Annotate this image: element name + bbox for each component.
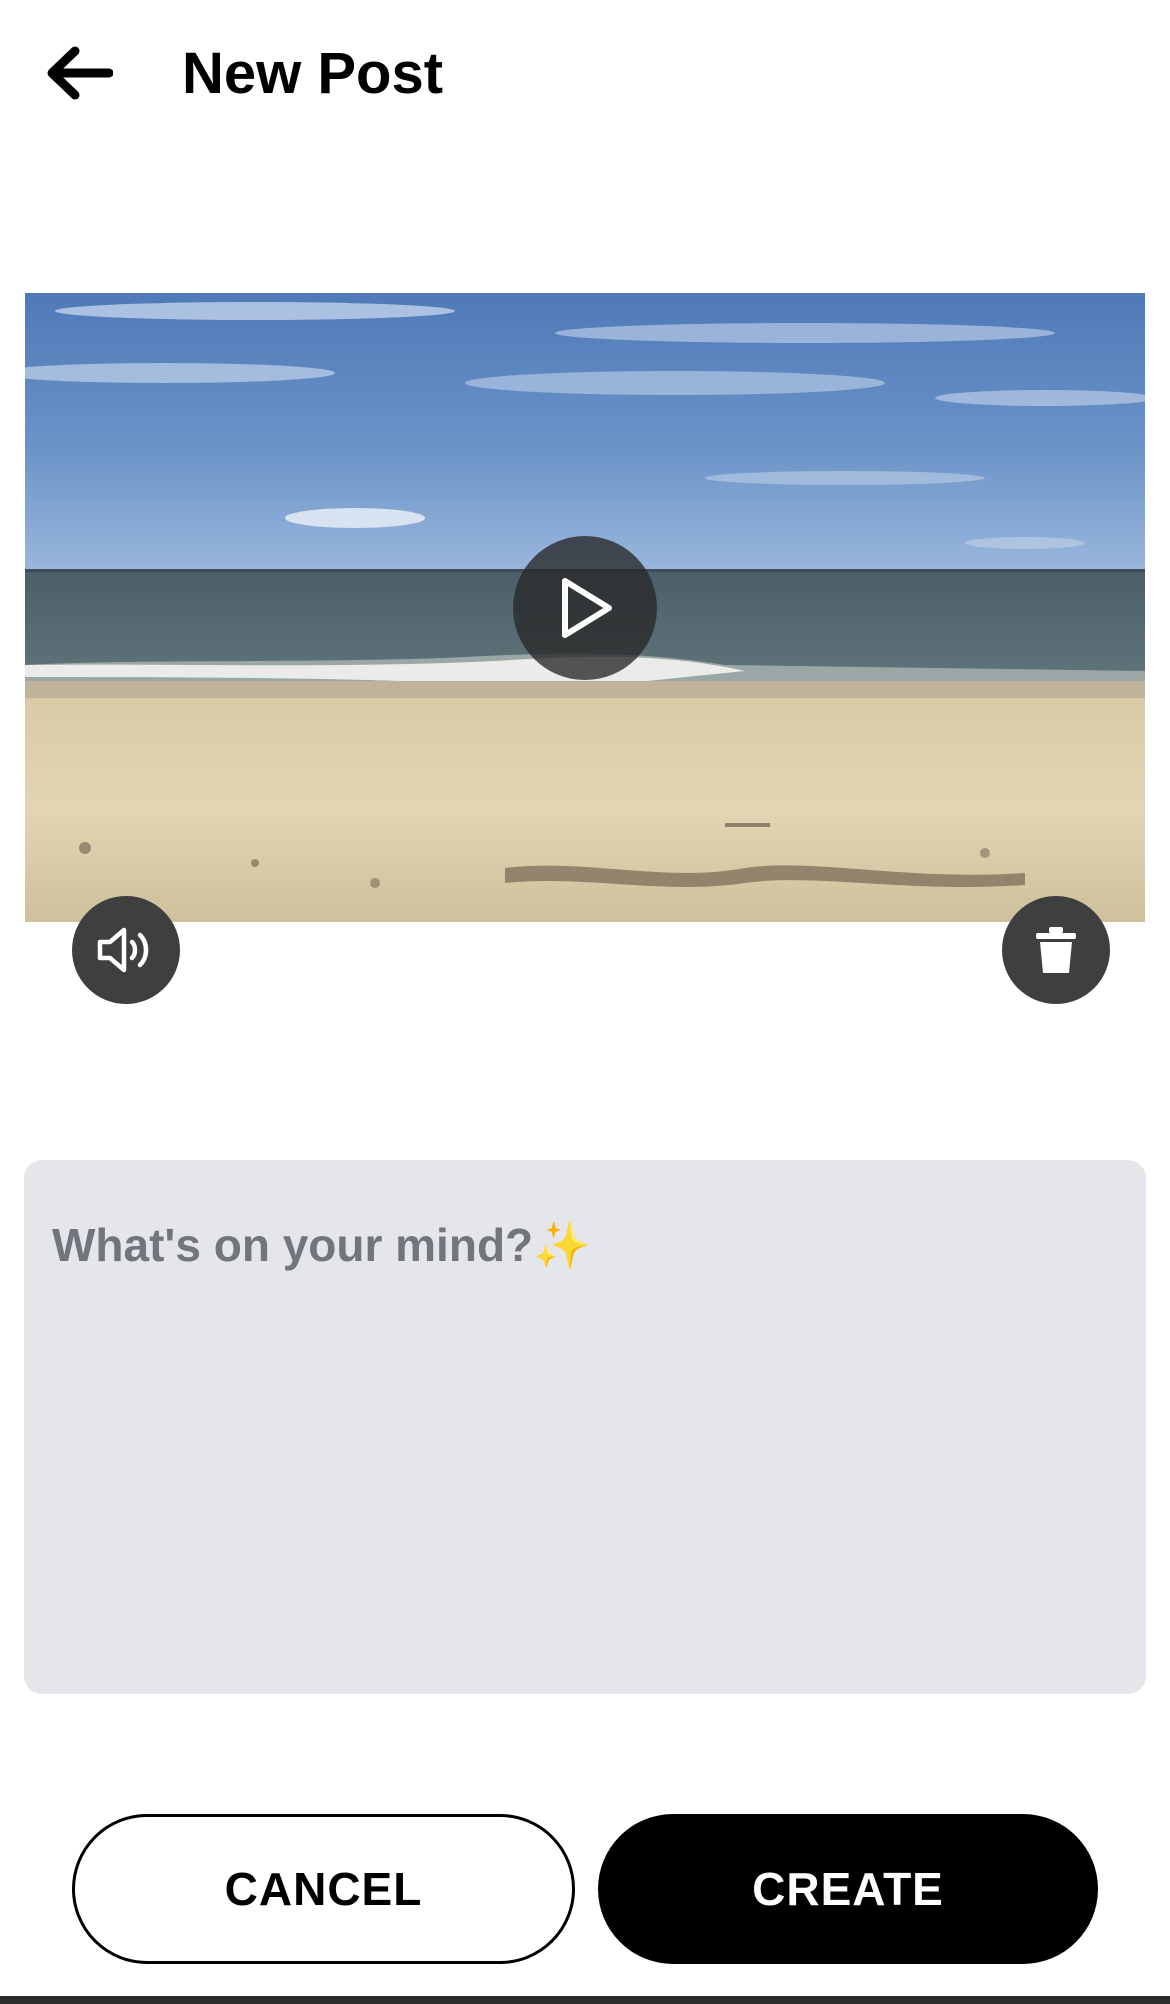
sound-toggle-button[interactable] bbox=[72, 896, 180, 1004]
bottom-edge-bar bbox=[0, 1996, 1170, 2004]
speaker-on-icon bbox=[97, 927, 149, 973]
cancel-button[interactable]: CANCEL bbox=[72, 1814, 575, 1964]
new-post-screen: New Post What's on your mind?✨ CANCEL CR… bbox=[0, 0, 1170, 2004]
create-button[interactable]: CREATE bbox=[598, 1814, 1098, 1964]
page-title: New Post bbox=[182, 41, 444, 106]
play-icon bbox=[562, 578, 612, 638]
post-composer bbox=[24, 1160, 1146, 1694]
arrow-left-icon bbox=[47, 46, 113, 100]
trash-icon bbox=[1036, 927, 1076, 973]
post-text-input[interactable] bbox=[52, 1218, 1118, 1636]
play-button[interactable] bbox=[513, 536, 657, 680]
delete-media-button[interactable] bbox=[1002, 896, 1110, 1004]
back-button[interactable] bbox=[38, 38, 118, 108]
